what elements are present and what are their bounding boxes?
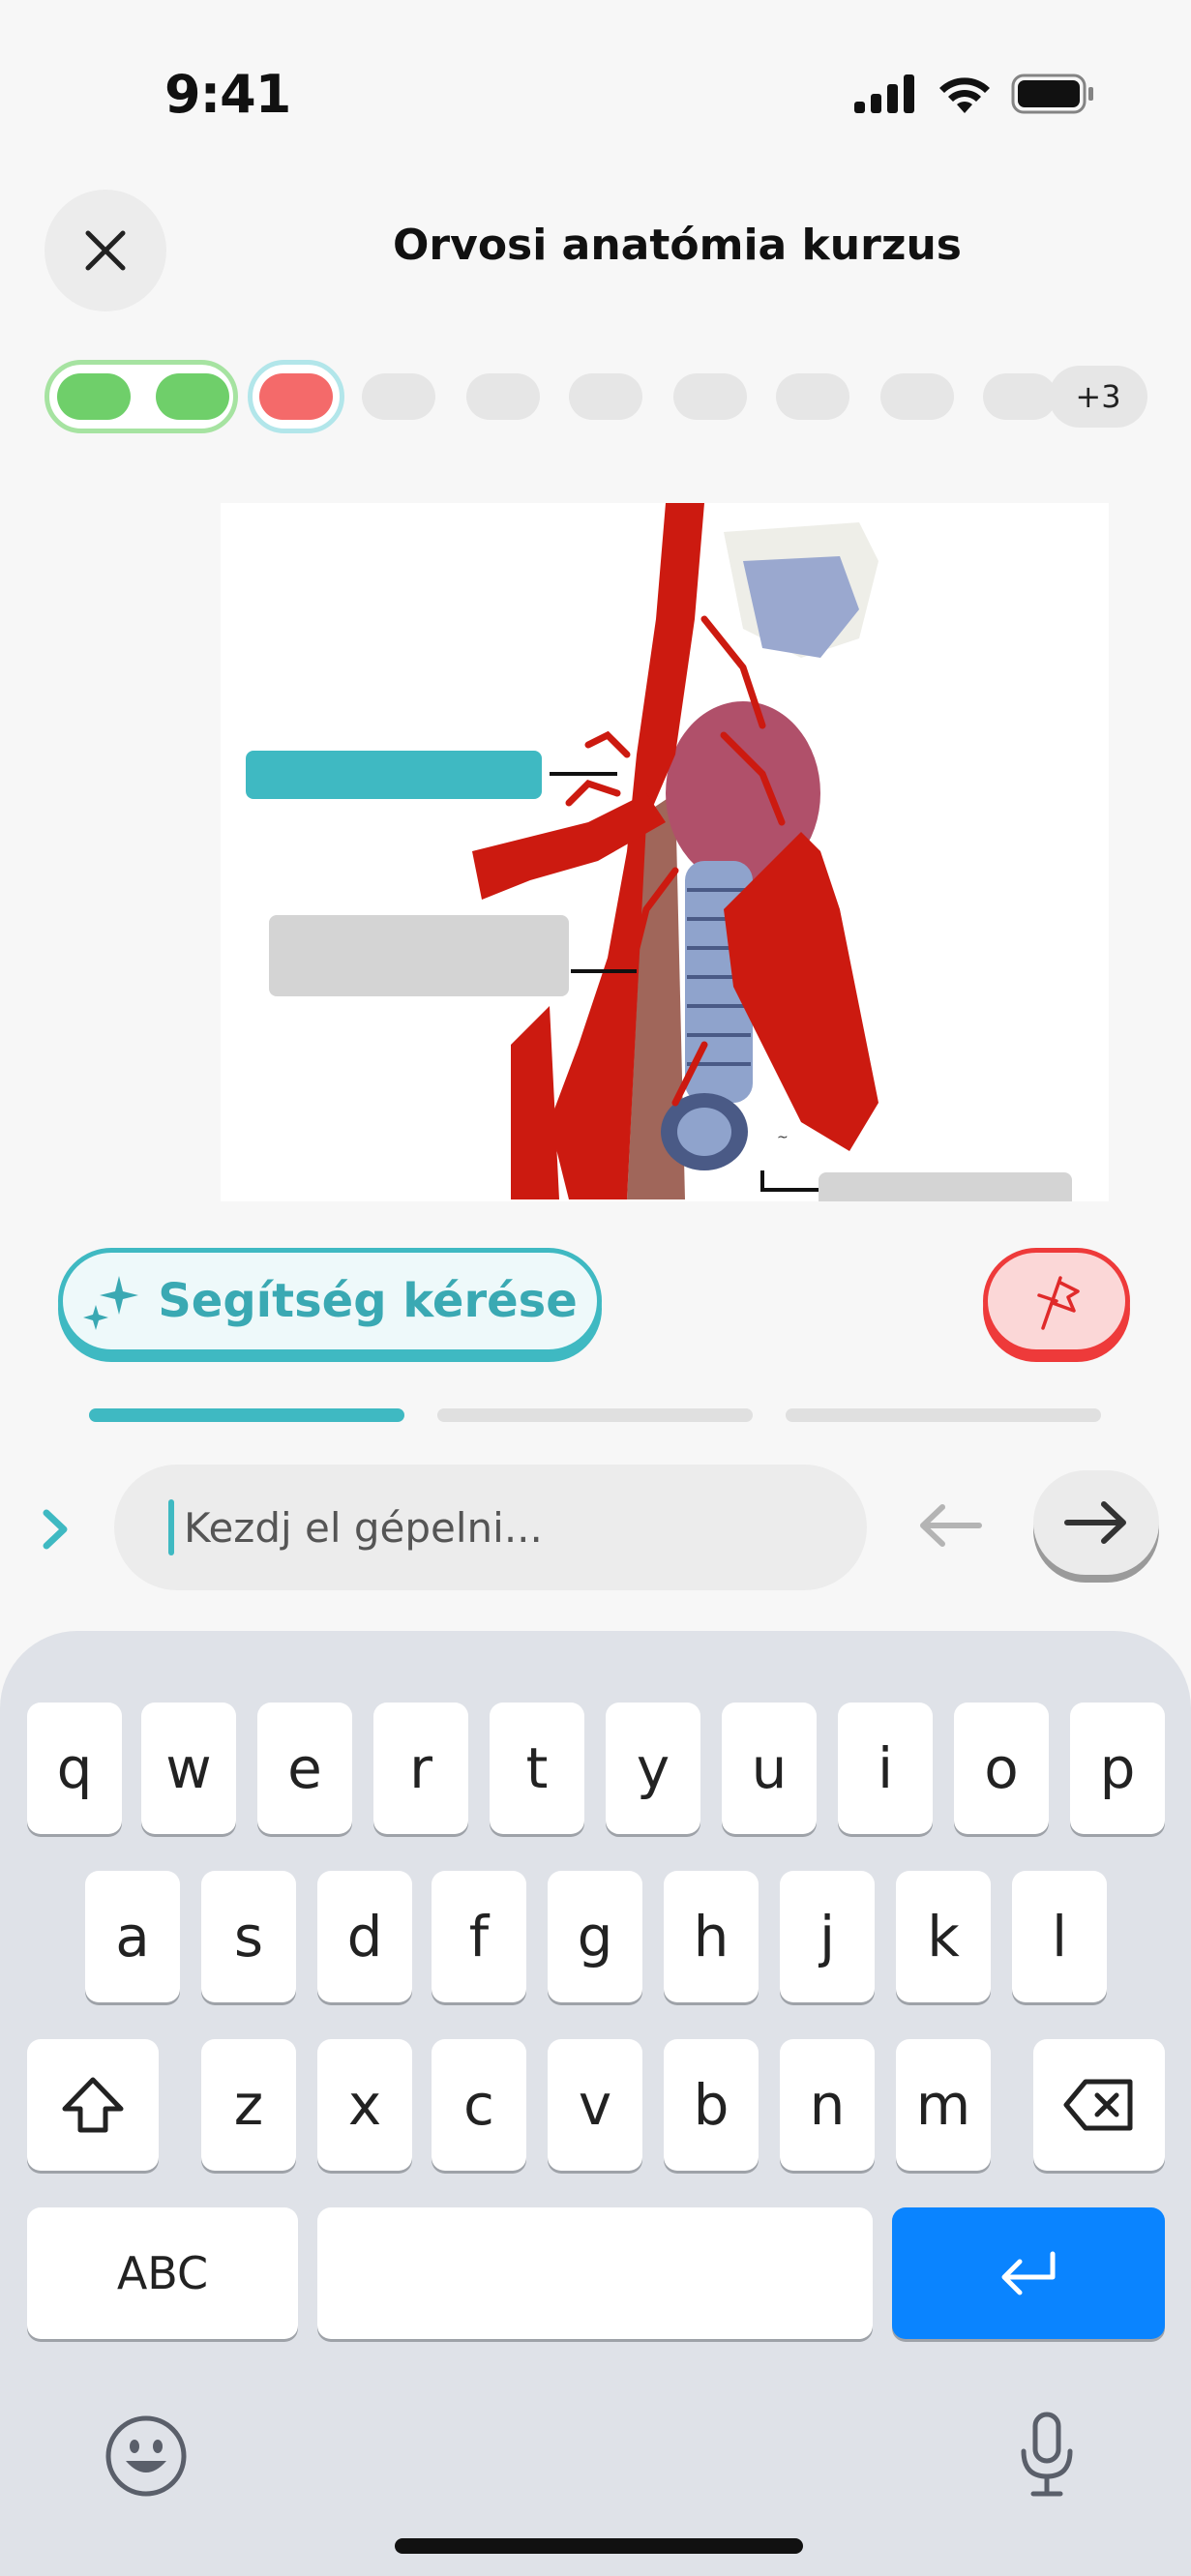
report-flag-button[interactable] [983,1248,1130,1354]
key-x[interactable]: x [317,2039,412,2171]
key-i[interactable]: i [838,1703,933,1834]
shift-key[interactable] [27,2039,159,2171]
progress-group-current [248,360,344,433]
key-j[interactable]: j [780,1871,875,2002]
key-y[interactable]: y [606,1703,700,1834]
emoji-button[interactable] [104,2414,188,2502]
key-a[interactable]: a [85,1871,180,2002]
key-v[interactable]: v [548,2039,642,2171]
home-indicator [395,2538,803,2554]
key-z[interactable]: z [201,2039,296,2171]
progress-pill-pending[interactable] [983,373,1057,420]
key-c[interactable]: c [432,2039,526,2171]
expand-chevron[interactable] [39,1505,74,1557]
key-q[interactable]: q [27,1703,122,1834]
progress-pill-pending[interactable] [880,373,954,420]
key-m[interactable]: m [896,2039,991,2171]
progress-pill-pending[interactable] [569,373,642,420]
more-questions-badge[interactable]: +3 [1049,366,1147,428]
sparkles-icon [83,1276,139,1330]
key-k[interactable]: k [896,1871,991,2002]
previous-button[interactable] [915,1501,985,1554]
progress-group-completed [45,360,238,433]
arrow-left-icon [920,1504,982,1547]
close-button[interactable] [45,190,166,311]
delete-key[interactable] [1033,2039,1165,2171]
chevron-right-icon [43,1509,68,1550]
status-time: 9:41 [164,64,291,125]
label-slot-active[interactable] [246,751,542,799]
cellular-signal-icon [854,74,914,113]
key-p[interactable]: p [1070,1703,1165,1834]
text-caret [168,1499,174,1555]
answer-input-placeholder: Kezdj el gépelni... [184,1503,543,1552]
return-icon [1001,2251,1056,2295]
arrow-right-icon [1064,1501,1126,1544]
backspace-icon [1063,2079,1133,2131]
key-n[interactable]: n [780,2039,875,2171]
svg-text:~: ~ [777,1130,789,1145]
abc-key[interactable]: ABC [27,2207,298,2339]
emoji-icon [105,2415,187,2497]
key-o[interactable]: o [954,1703,1049,1834]
key-l[interactable]: l [1012,1871,1107,2002]
step-indicator-active [89,1408,404,1422]
key-t[interactable]: t [490,1703,584,1834]
key-g[interactable]: g [548,1871,642,2002]
next-button[interactable] [1033,1470,1159,1575]
key-w[interactable]: w [141,1703,236,1834]
question-progress: +3 [45,360,1147,433]
label-slot-empty[interactable] [819,1172,1072,1201]
key-u[interactable]: u [722,1703,817,1834]
microphone-icon [1021,2412,1073,2497]
progress-pill-pending[interactable] [776,373,849,420]
key-b[interactable]: b [664,2039,759,2171]
space-key[interactable] [317,2207,873,2339]
key-r[interactable]: r [373,1703,468,1834]
key-e[interactable]: e [257,1703,352,1834]
progress-pill-pending[interactable] [362,373,435,420]
progress-pill-wrong[interactable] [259,373,333,420]
status-icons [854,74,1094,114]
help-button[interactable]: Segítség kérése [58,1248,602,1354]
key-f[interactable]: f [432,1871,526,2002]
close-icon [85,230,126,271]
step-indicator [786,1408,1101,1422]
anatomy-illustration: ~ [472,503,878,1199]
return-key[interactable] [892,2207,1165,2339]
dictation-button[interactable] [1018,2411,1076,2503]
battery-icon [1011,74,1093,114]
progress-pill-pending[interactable] [673,373,747,420]
answer-input[interactable]: Kezdj el gépelni... [114,1465,867,1590]
help-button-label: Segítség kérése [158,1274,578,1328]
keyboard: q w e r t y u i o p a s d f g h j k l z … [0,1631,1191,2576]
label-slot-empty[interactable] [269,915,569,996]
flag-icon [1037,1276,1080,1330]
key-s[interactable]: s [201,1871,296,2002]
progress-pill-correct[interactable] [156,373,229,420]
key-h[interactable]: h [664,1871,759,2002]
page-title: Orvosi anatómia kurzus [393,221,962,270]
wifi-icon [939,77,990,113]
progress-pill-pending[interactable] [466,373,540,420]
shift-icon [62,2077,124,2133]
step-indicator [437,1408,753,1422]
key-d[interactable]: d [317,1871,412,2002]
progress-pill-correct[interactable] [57,373,131,420]
anatomy-image: ~ [221,503,1109,1201]
